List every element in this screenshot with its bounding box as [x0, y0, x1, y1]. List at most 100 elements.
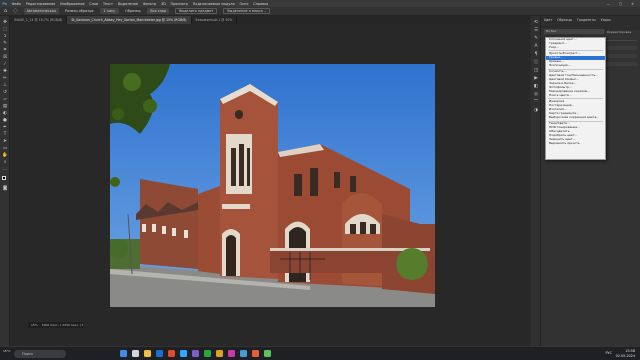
sample-layers-label: Образец: — [125, 9, 142, 13]
app-icon[interactable] — [264, 350, 271, 357]
sample-layers-select[interactable]: Все слои — [147, 8, 170, 14]
history-panel-icon[interactable]: ⟲ — [533, 20, 539, 26]
zoom-tool-icon[interactable]: ⌕ — [2, 160, 8, 165]
brush-panel-icon[interactable]: ✎ — [533, 36, 539, 42]
menu-window[interactable]: Окно — [237, 2, 251, 6]
task-view-icon[interactable] — [132, 350, 139, 357]
tab-document-3[interactable]: Безымянный-1 @ 50% — [192, 16, 238, 24]
zoom-level[interactable]: 15% — [31, 323, 38, 327]
menu-help[interactable]: Справка — [251, 2, 271, 6]
options-bar: ⌂ ◌ Автоматическая Размер образца: 1 пик… — [0, 7, 640, 16]
adjustment-layer-menu: Сплошной цвет... Градиент... Узор... Яркост… — [545, 37, 606, 160]
menu-file[interactable]: Файл — [9, 2, 23, 6]
taskbar-search-input[interactable]: Поиск — [14, 350, 66, 358]
eyedropper-tool-icon[interactable]: ⁄ — [2, 62, 8, 67]
tab-color[interactable]: Цвет — [544, 18, 552, 22]
channels-panel-icon[interactable]: ◎ — [533, 92, 539, 98]
menu-image[interactable]: Изображение — [58, 2, 87, 6]
maximize-button[interactable]: ▢ — [619, 2, 622, 6]
file-explorer-icon[interactable] — [144, 350, 151, 357]
close-button[interactable]: ✕ — [631, 2, 634, 6]
frame-tool-icon[interactable]: ☒ — [2, 55, 8, 60]
marquee-tool-icon[interactable]: ⬚ — [2, 27, 8, 32]
healing-brush-icon[interactable]: ✚ — [2, 69, 8, 74]
app-icon[interactable] — [252, 350, 259, 357]
document-info[interactable]: 3000 пикс. x 2250 пикс. (72 ppi) — [42, 323, 83, 327]
more-tools-icon[interactable]: … — [2, 167, 8, 172]
paths-panel-icon[interactable]: ⌒ — [533, 100, 539, 106]
tab-swatches[interactable]: Образцы — [557, 18, 572, 22]
menu-edit[interactable]: Редактирование — [23, 2, 57, 6]
tool-preset-select[interactable]: Автоматическая — [23, 8, 59, 14]
menu-select[interactable]: Выделение — [115, 2, 140, 6]
select-subject-button[interactable]: Выделить предмет — [175, 8, 218, 14]
panel-slider[interactable] — [607, 62, 637, 66]
minimize-button[interactable]: — — [607, 2, 610, 6]
clock[interactable]: 13:58 02.05.2024 — [616, 349, 635, 359]
panel-slider[interactable] — [607, 54, 637, 58]
blur-tool-icon[interactable]: ◐ — [2, 111, 8, 116]
adjustment-menu-item[interactable]: Выровнять яркость — [546, 142, 605, 146]
adjustments-panel-icon[interactable]: ◑ — [533, 108, 539, 114]
lasso-tool-icon[interactable]: ↄ — [2, 34, 8, 39]
hand-tool-icon[interactable]: ✋ — [2, 153, 8, 158]
ps-logo[interactable]: Ps — [0, 2, 9, 6]
adjustment-menu-item[interactable]: Поиск цвета... — [546, 94, 605, 98]
rectangle-tool-icon[interactable]: ▭ — [2, 146, 8, 151]
dodge-tool-icon[interactable]: ● — [2, 118, 8, 123]
menu-filter[interactable]: Фильтр — [140, 2, 158, 6]
quick-select-tool-icon[interactable]: ✎ — [2, 41, 8, 46]
character-panel-icon[interactable]: A — [533, 44, 539, 50]
adjustment-menu-item[interactable]: Узор... — [546, 46, 605, 50]
move-tool-icon[interactable]: ✥ — [2, 20, 8, 25]
properties-panel-icon[interactable]: ☰ — [533, 28, 539, 34]
quick-mask-icon[interactable]: ◙ — [2, 186, 8, 191]
document-image[interactable] — [110, 64, 435, 307]
system-tray[interactable]: РУС — [606, 351, 612, 355]
crop-tool-icon[interactable]: ⌗ — [2, 48, 8, 53]
clone-stamp-icon[interactable]: ⊥ — [2, 83, 8, 88]
app-icon[interactable] — [228, 350, 235, 357]
app-icon[interactable] — [240, 350, 247, 357]
panel-search-input[interactable]: По бос — [544, 29, 604, 34]
menu-layers[interactable]: Слои — [87, 2, 101, 6]
tab-document-1[interactable]: IMAGE_1_14 @ 16,7% (RGB/8) — [10, 16, 68, 24]
app-icon[interactable] — [216, 350, 223, 357]
adjustment-menu-item[interactable]: Экспозиция... — [546, 64, 605, 68]
brush-tool-icon[interactable]: ✏ — [2, 76, 8, 81]
navigator-panel-icon[interactable]: ◫ — [533, 68, 539, 74]
eraser-tool-icon[interactable]: ▱ — [2, 97, 8, 102]
sample-size-select[interactable]: 1 пикс. — [100, 8, 120, 14]
path-select-icon[interactable]: ➤ — [2, 139, 8, 144]
edge-icon[interactable] — [156, 350, 163, 357]
weather-widget[interactable]: 15°C — [3, 349, 10, 354]
history-brush-icon[interactable]: ↺ — [2, 90, 8, 95]
menu-3d[interactable]: 3D — [159, 2, 169, 6]
chrome-icon[interactable] — [168, 350, 175, 357]
tab-gradients[interactable]: Градиенты — [577, 18, 596, 22]
type-tool-icon[interactable]: T — [2, 132, 8, 137]
info-panel-icon[interactable]: ⓘ — [533, 60, 539, 66]
photoshop-icon[interactable] — [180, 350, 187, 357]
app-icon[interactable] — [192, 350, 199, 357]
pen-tool-icon[interactable]: ✒ — [2, 125, 8, 130]
adjustment-menu-item[interactable]: Выборочная коррекция цвета... — [546, 116, 605, 120]
select-mask-button[interactable]: Выделение и маска... — [223, 8, 270, 14]
clock-date: 02.05.2024 — [615, 353, 635, 358]
foreground-color-swatch[interactable] — [2, 176, 6, 180]
layers-panel-icon[interactable]: ◧ — [533, 84, 539, 90]
menu-type[interactable]: Текст — [101, 2, 116, 6]
menu-view[interactable]: Просмотр — [168, 2, 190, 6]
gradient-tool-icon[interactable]: ▤ — [2, 104, 8, 109]
tab-patterns[interactable]: Узоры — [601, 18, 611, 22]
start-icon[interactable] — [120, 350, 127, 357]
actions-panel-icon[interactable]: ▶ — [533, 76, 539, 82]
home-icon[interactable]: ⌂ — [4, 8, 7, 14]
tab-document-2[interactable]: St_Saviours_Church_Abbey_Hey_Gorton_Manc… — [67, 16, 192, 24]
panel-slider[interactable] — [607, 46, 637, 50]
menu-plugins[interactable]: Подключаемые модули — [190, 2, 237, 6]
app-icon[interactable] — [204, 350, 211, 357]
tool-icon[interactable]: ◌ — [13, 8, 17, 14]
paragraph-panel-icon[interactable]: ¶ — [533, 52, 539, 58]
panel-icon-strip: ⟲ ☰ ✎ A ¶ ⓘ ◫ ▶ ◧ ◎ ⌒ ◑ — [531, 16, 541, 346]
